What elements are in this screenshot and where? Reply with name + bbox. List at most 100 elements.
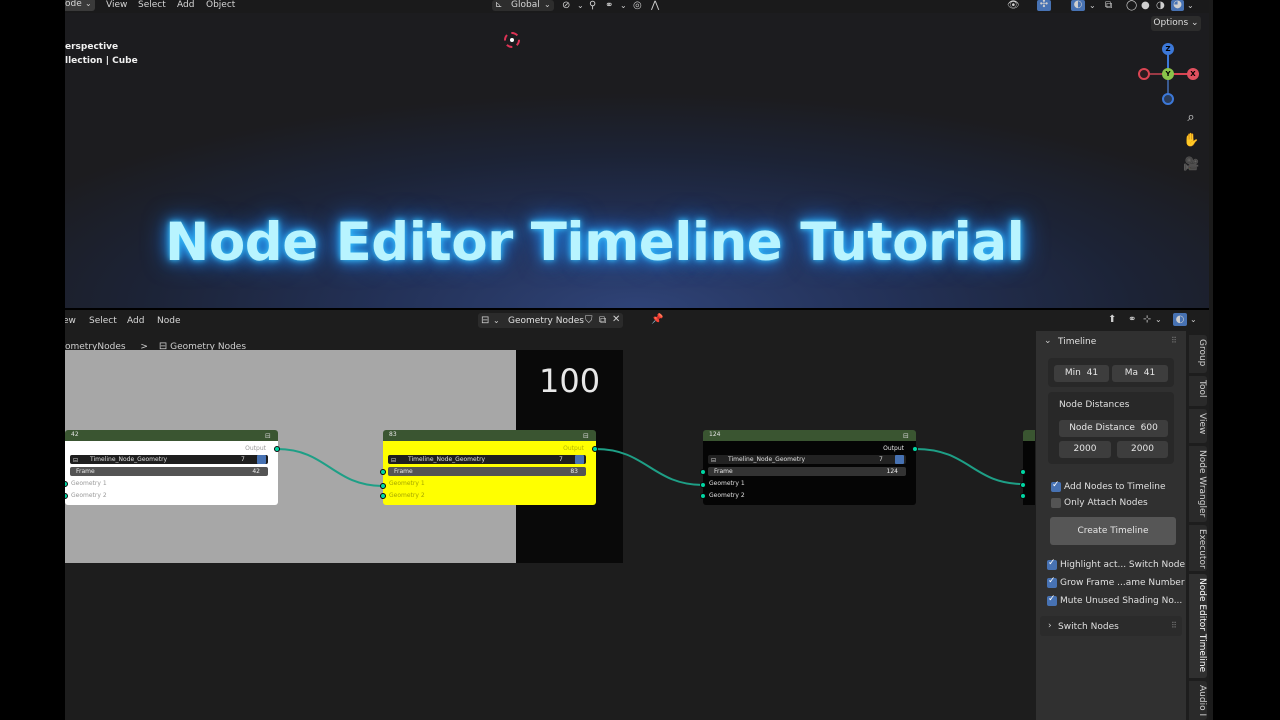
snap-node-element-icon[interactable]: ⊹ — [1143, 315, 1151, 325]
menu-add[interactable]: Add — [177, 0, 194, 10]
parent-node-tree-icon[interactable]: ⬆ — [1108, 315, 1116, 325]
falloff-icon[interactable]: ⋀ — [651, 1, 659, 11]
menu-select[interactable]: Select — [89, 316, 117, 326]
gizmo-z-axis[interactable]: Z — [1162, 43, 1174, 55]
node-link — [915, 448, 1024, 485]
timeline-panel-header[interactable]: ⌄ Timeline ⠿ — [1036, 331, 1186, 351]
geometry-2-socket[interactable] — [700, 493, 706, 499]
distance-field-a[interactable]: 2000 — [1059, 441, 1111, 458]
max-field[interactable]: Ma 41 — [1112, 365, 1168, 382]
node-tree-selector[interactable]: ⊟ ⌄ Geometry Nodes ⛉ ⧉ ✕ — [478, 313, 623, 328]
snap-target-icon[interactable]: ⚭ — [605, 1, 613, 11]
geometry-1-socket[interactable] — [700, 482, 706, 488]
tab-view[interactable]: View — [1189, 409, 1207, 443]
node-distance-field[interactable]: Node Distance 600 — [1059, 420, 1168, 437]
xray-icon[interactable]: ⧉ — [1105, 1, 1112, 11]
geometry-1-socket[interactable] — [380, 469, 386, 475]
node-header[interactable]: 83 ⊟ — [383, 430, 596, 441]
menu-view[interactable]: ew — [65, 316, 76, 326]
node-distances-box: Node Distances Node Distance 600 2000 20… — [1048, 392, 1174, 464]
pivot-icon[interactable]: ⊘ — [562, 1, 570, 11]
node-tree-row-name: Timeline_Node_Geometry — [728, 456, 806, 463]
create-timeline-button[interactable]: Create Timeline — [1050, 517, 1176, 545]
tab-node-editor-timeline[interactable]: Node Editor Timeline — [1189, 574, 1207, 678]
node-tree-row[interactable]: ⊟ Timeline_Node_Geometry 7 — [388, 455, 586, 464]
output-socket[interactable] — [912, 446, 918, 452]
output-socket[interactable] — [274, 446, 280, 452]
gizmo-neg-z-axis[interactable] — [1162, 93, 1174, 105]
node-tree-row[interactable]: ⊟ Timeline_Node_Geometry 7 — [708, 455, 906, 464]
frame-field[interactable]: Frame 124 — [708, 467, 906, 476]
zoom-icon[interactable]: ⌕ — [1183, 110, 1199, 126]
overlay-toggle-icon[interactable]: ◐ — [1173, 313, 1187, 326]
camera-icon[interactable]: 🎥 — [1183, 157, 1199, 173]
geometry-1-socket[interactable] — [1020, 482, 1026, 488]
only-attach-checkbox[interactable] — [1051, 498, 1061, 508]
node-tree-row[interactable]: ⊟ Timeline_Node_Geometry 7 — [70, 455, 268, 464]
frame-socket[interactable] — [700, 469, 706, 475]
tab-node-wrangler[interactable]: Node Wrangler — [1189, 446, 1207, 522]
frame-field-value: 83 — [570, 468, 578, 475]
gizmo-toggle-icon[interactable]: ✣ — [1037, 0, 1051, 11]
frame-field[interactable]: Frame 42 — [70, 467, 268, 476]
fake-user-shield-icon[interactable] — [257, 455, 266, 464]
options-button[interactable]: Options ⌄ — [1151, 16, 1201, 31]
tab-executor[interactable]: Executor — [1189, 525, 1207, 571]
geometry-2-socket[interactable] — [380, 493, 386, 499]
gizmo-x-axis[interactable]: X — [1187, 68, 1199, 80]
timeline-node[interactable]: 124 ⊟ Output ⊟ Timeline_Node_Geometry 7 … — [700, 430, 918, 505]
geometry-2-socket[interactable] — [1020, 493, 1026, 499]
snap-icon[interactable]: ⚲ — [589, 1, 596, 11]
fake-user-shield-icon[interactable]: ⛉ — [585, 316, 593, 326]
node-header[interactable]: 124 ⊟ — [703, 430, 916, 441]
overlay-toggle-icon[interactable]: ◐ — [1071, 0, 1085, 11]
menu-add[interactable]: Add — [127, 316, 144, 326]
min-field[interactable]: Min 41 — [1054, 365, 1109, 382]
shading-material-icon[interactable]: ◑ — [1156, 1, 1165, 11]
menu-view[interactable]: View — [106, 0, 127, 10]
visibility-icon[interactable]: 👁 — [1007, 1, 1020, 11]
menu-select[interactable]: Select — [138, 0, 166, 10]
add-nodes-checkbox[interactable] — [1051, 480, 1061, 492]
gizmo-y-axis[interactable]: Y — [1162, 68, 1174, 80]
distance-field-b[interactable]: 2000 — [1117, 441, 1168, 458]
shading-solid-icon[interactable]: ● — [1141, 1, 1150, 11]
pan-hand-icon[interactable]: ✋ — [1183, 133, 1199, 149]
node-header[interactable]: 42 ⊟ — [65, 430, 278, 441]
frame-socket[interactable] — [1020, 469, 1026, 475]
menu-object[interactable]: Object — [206, 0, 235, 10]
duplicate-icon[interactable]: ⧉ — [599, 316, 606, 326]
shading-rendered-icon[interactable]: ◕ — [1171, 0, 1184, 11]
close-icon[interactable]: ✕ — [612, 315, 620, 325]
drag-handle-icon[interactable]: ⠿ — [1171, 621, 1177, 631]
timeline-node-partial[interactable] — [1020, 430, 1035, 505]
proportional-edit-icon[interactable]: ◎ — [633, 1, 642, 11]
menu-node[interactable]: Node — [157, 316, 181, 326]
gizmo-neg-x-axis[interactable] — [1138, 68, 1150, 80]
frame-field[interactable]: Frame 83 — [388, 467, 586, 476]
tab-audio[interactable]: Audio I — [1189, 681, 1207, 720]
output-socket[interactable] — [592, 446, 598, 452]
grow-frame-checkbox[interactable] — [1047, 576, 1057, 588]
fake-user-shield-icon[interactable] — [575, 455, 584, 464]
mute-unused-checkbox[interactable] — [1047, 594, 1057, 606]
fake-user-shield-icon[interactable] — [895, 455, 904, 464]
snap-icon[interactable]: ⚭ — [1128, 315, 1136, 325]
shading-wireframe-icon[interactable]: ◯ — [1126, 1, 1137, 11]
highlight-checkbox[interactable] — [1047, 558, 1057, 570]
pin-icon[interactable]: 📌 — [651, 315, 663, 325]
tab-tool[interactable]: Tool — [1189, 376, 1207, 406]
options-label: Options — [1153, 18, 1189, 28]
tab-group[interactable]: Group — [1189, 335, 1207, 373]
timeline-node[interactable]: 42 ⊟ Output ⊟ Timeline_Node_Geometry 7 F… — [65, 430, 280, 505]
navigation-gizmo[interactable]: Z Y X — [1136, 40, 1199, 108]
3d-viewport[interactable]: ode ⌄ View Select Add Object ⊾ Global ⌄ … — [65, 0, 1209, 308]
chevron-right-icon: › — [1048, 621, 1052, 631]
timeline-node[interactable]: 83 ⊟ Output ⊟ Timeline_Node_Geometry 7 F… — [380, 430, 598, 505]
geometry-1-socket[interactable] — [380, 483, 386, 489]
switch-nodes-subpanel[interactable]: › Switch Nodes ⠿ — [1040, 616, 1182, 636]
drag-handle-icon[interactable]: ⠿ — [1171, 336, 1177, 346]
switch-nodes-label: Switch Nodes — [1058, 622, 1119, 632]
mode-dropdown[interactable]: ode ⌄ — [65, 0, 95, 11]
transform-orientation-dropdown[interactable]: ⊾ Global ⌄ — [492, 0, 554, 11]
